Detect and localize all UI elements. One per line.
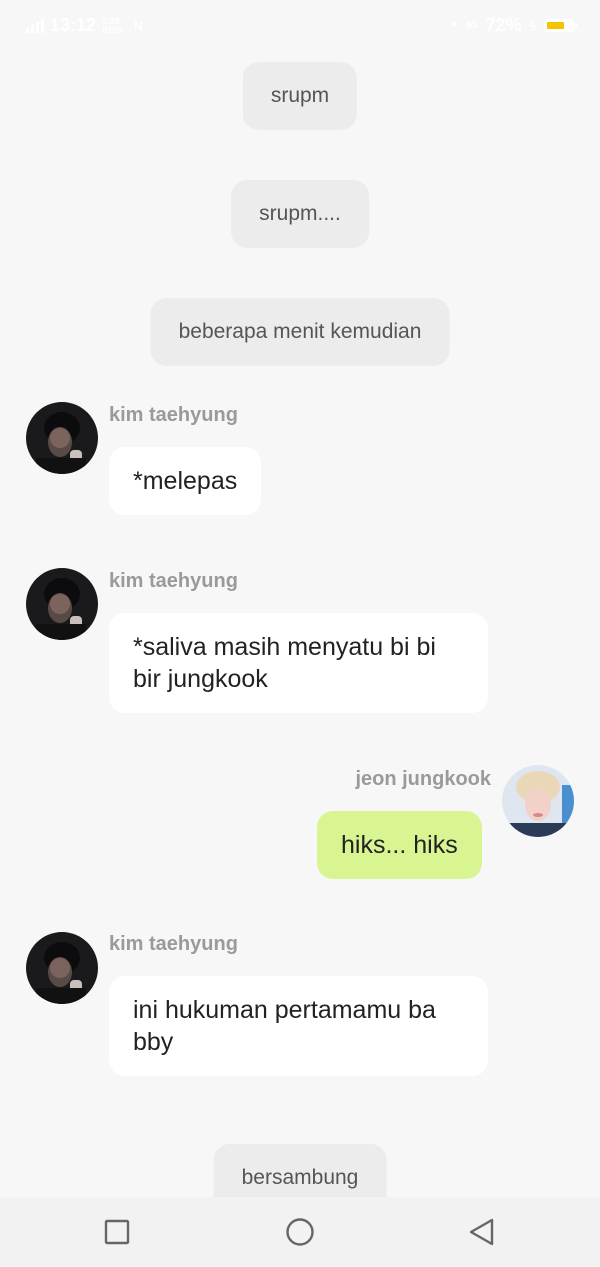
avatar-image — [26, 932, 98, 1004]
signal-icon — [26, 18, 44, 33]
sender-name: kim taehyung — [109, 404, 238, 426]
status-time: 13:12 — [50, 15, 97, 35]
home-icon[interactable] — [283, 1215, 317, 1249]
nfc-icon: N — [134, 18, 143, 33]
avatar-jeon-jungkook[interactable] — [502, 765, 574, 837]
avatar-kim-taehyung[interactable] — [26, 568, 98, 640]
avatar-image — [26, 402, 98, 474]
battery-percent: 72% — [485, 15, 522, 35]
message-line: *saliva masih menyatu bi bi — [133, 633, 436, 661]
system-message: srupm — [242, 62, 358, 130]
message-line: bby — [133, 1028, 174, 1056]
navigation-bar — [0, 1197, 600, 1267]
message-bubble-incoming[interactable]: *melepas — [109, 447, 262, 515]
message-bubble-outgoing[interactable]: hiks... hiks — [317, 811, 482, 879]
battery-icon — [544, 19, 577, 32]
system-message: beberapa menit kemudian — [150, 298, 450, 366]
recent-apps-icon[interactable] — [100, 1215, 134, 1249]
message-bubble-incoming[interactable]: ini hukuman pertamamu ba bby — [109, 976, 488, 1076]
charging-icon: ϟ — [529, 18, 536, 33]
avatar-kim-taehyung[interactable] — [26, 932, 98, 1004]
system-message: srupm.... — [231, 180, 369, 248]
message-bubble-incoming[interactable]: *saliva masih menyatu bi bi bir jungkook — [109, 613, 488, 713]
avatar-kim-taehyung[interactable] — [26, 402, 98, 474]
sender-name: jeon jungkook — [355, 768, 491, 790]
message-line: bir jungkook — [133, 665, 268, 693]
sender-name: kim taehyung — [109, 570, 238, 592]
alarm-icon: ◔ — [447, 16, 458, 34]
back-icon[interactable] — [464, 1215, 498, 1249]
status-bar: 13:12 0.00 KB/s N ◔ 4G 72% ϟ — [0, 0, 600, 52]
avatar-image — [502, 765, 574, 837]
signal-4g-icon: 4G — [465, 20, 478, 30]
sender-name: kim taehyung — [109, 933, 238, 955]
avatar-image — [26, 568, 98, 640]
network-speed: 0.00 KB/s — [102, 15, 123, 35]
message-line: ini hukuman pertamamu ba — [133, 996, 436, 1024]
